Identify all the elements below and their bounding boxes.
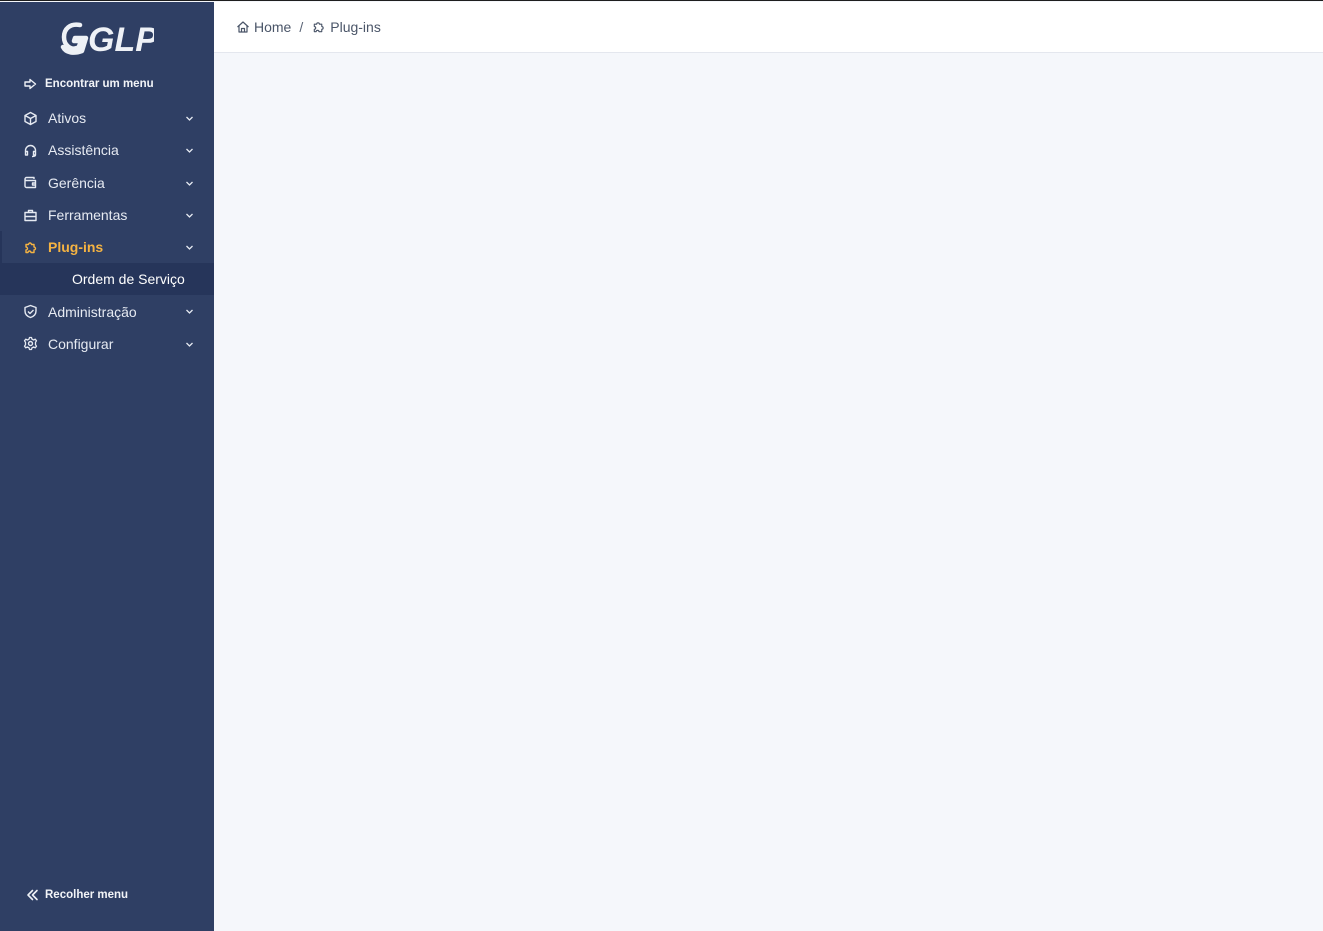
menu-item-gerencia[interactable]: Gerência bbox=[0, 167, 214, 199]
sidebar: GLPI Encontrar um menu Ativos Assistênci… bbox=[0, 2, 214, 931]
wallet-icon bbox=[23, 175, 38, 190]
puzzle-icon bbox=[313, 22, 324, 33]
menu-item-label: Plug-ins bbox=[48, 239, 104, 256]
breadcrumb-plugins[interactable]: Plug-ins bbox=[311, 19, 381, 35]
submenu-item-ordem-de-servico[interactable]: Ordem de Serviço bbox=[0, 263, 214, 296]
breadcrumb: Home / Plug-ins bbox=[214, 2, 1323, 53]
breadcrumb-home[interactable]: Home bbox=[236, 19, 291, 35]
breadcrumb-separator: / bbox=[299, 19, 304, 35]
chevron-down-icon bbox=[186, 310, 193, 315]
arrow-right-icon bbox=[24, 78, 37, 90]
menu-item-plugins[interactable]: Plug-ins bbox=[0, 231, 214, 264]
main-content bbox=[214, 53, 1323, 931]
chevron-down-icon bbox=[186, 148, 193, 154]
menu-item-ativos[interactable]: Ativos bbox=[0, 102, 214, 134]
menu-item-configurar[interactable]: Configurar bbox=[0, 328, 214, 360]
chevron-down-icon bbox=[186, 245, 193, 251]
find-menu-label: Encontrar um menu bbox=[45, 78, 154, 90]
menu-item-label: Assistência bbox=[48, 142, 119, 159]
find-menu-button[interactable]: Encontrar um menu bbox=[24, 75, 154, 93]
menu-item-label: Ferramentas bbox=[48, 207, 128, 224]
headset-icon bbox=[23, 143, 38, 158]
chevron-down-icon bbox=[186, 116, 193, 121]
chevron-down-icon bbox=[186, 213, 193, 218]
chevrons-left-icon bbox=[27, 889, 38, 901]
puzzle-icon bbox=[23, 240, 38, 255]
collapse-menu-label: Recolher menu bbox=[45, 889, 129, 901]
menu-item-label: Ativos bbox=[48, 110, 87, 127]
menu-item-ferramentas[interactable]: Ferramentas bbox=[0, 199, 214, 231]
breadcrumb-current-label: Plug-ins bbox=[330, 19, 381, 35]
svg-text:GLPI: GLPI bbox=[88, 21, 154, 59]
briefcase-icon bbox=[23, 208, 38, 223]
chevron-down-icon bbox=[186, 342, 193, 347]
gear-icon bbox=[23, 336, 38, 351]
chevron-down-icon bbox=[186, 181, 193, 186]
main-menu: Ativos Assistência Gerência Ferramentas bbox=[0, 102, 214, 360]
menu-item-label: Gerência bbox=[48, 174, 105, 191]
menu-item-assistencia[interactable]: Assistência bbox=[0, 134, 214, 166]
collapse-menu-button[interactable]: Recolher menu bbox=[26, 889, 128, 901]
menu-item-label: Administração bbox=[48, 303, 137, 320]
box-icon bbox=[23, 111, 38, 126]
shield-icon bbox=[23, 304, 38, 319]
glpi-logo[interactable]: GLPI bbox=[60, 17, 154, 59]
submenu-item-label: Ordem de Serviço bbox=[72, 271, 185, 288]
menu-item-label: Configurar bbox=[48, 335, 114, 352]
breadcrumb-home-label: Home bbox=[254, 19, 292, 35]
home-icon bbox=[237, 21, 249, 33]
menu-item-administracao[interactable]: Administração bbox=[0, 295, 214, 327]
